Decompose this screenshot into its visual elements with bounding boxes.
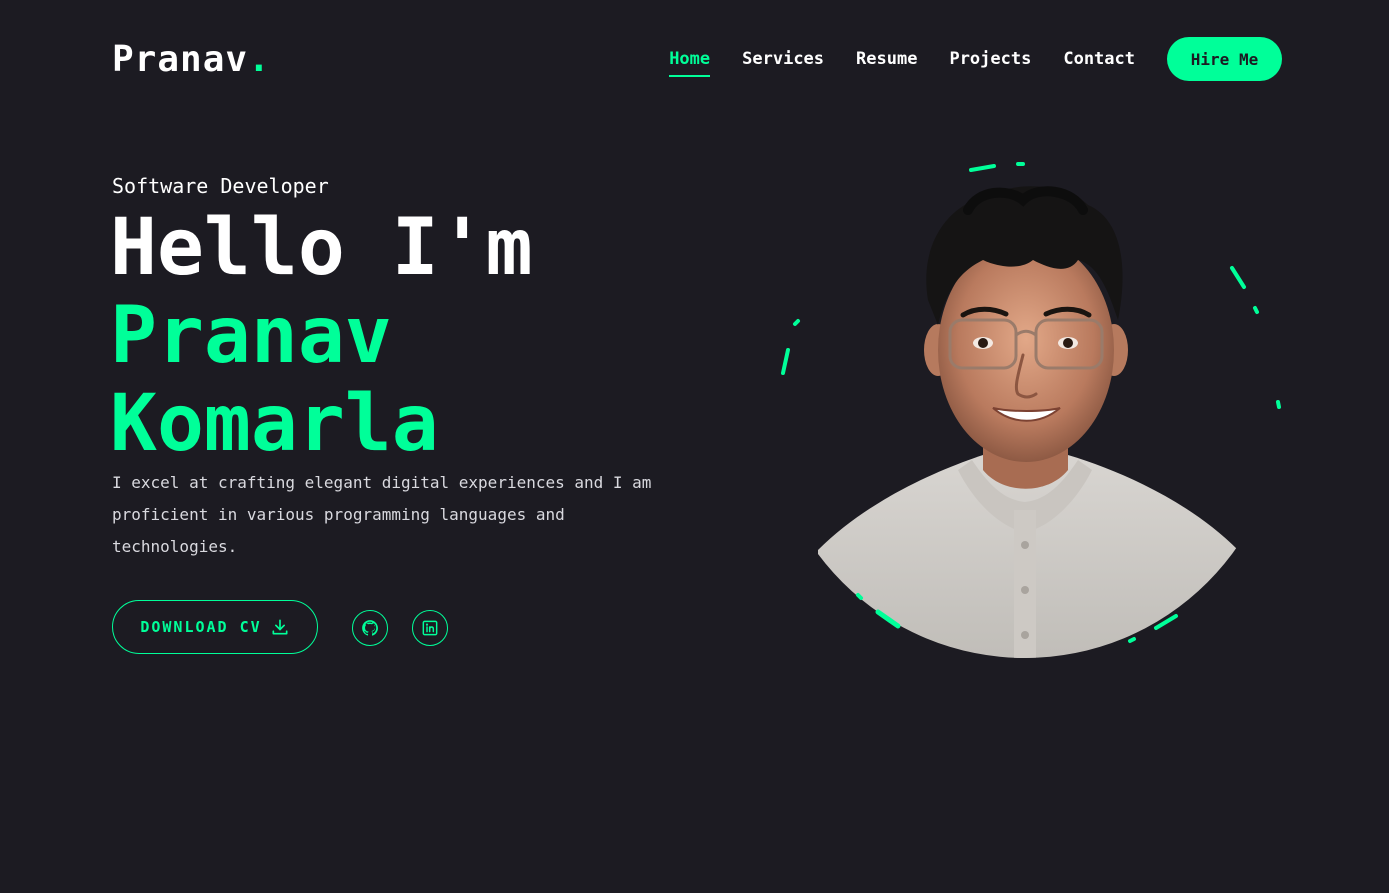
logo[interactable]: Pranav. [112,38,271,82]
main-nav: Home Services Resume Projects Contact Hi… [637,37,1282,81]
logo-text: Pranav [112,39,249,80]
hero-description: I excel at crafting elegant digital expe… [112,473,652,556]
last-name-heading: Komarla [110,379,439,469]
github-button[interactable] [352,610,388,646]
nav-home[interactable]: Home [669,48,710,77]
first-name-heading: Pranav [110,291,392,381]
download-cv-button[interactable]: DOWNLOAD CV [112,600,318,654]
nav-resume[interactable]: Resume [856,48,917,70]
logo-dot: . [248,39,271,80]
nav-contact[interactable]: Contact [1063,48,1135,70]
profile-photo-area [778,150,1283,660]
page: Pranav. Home Services Resume Projects Co… [0,0,1389,893]
greeting-heading: Hello I'm [110,203,533,293]
nav-services[interactable]: Services [742,48,824,70]
download-icon [272,619,288,635]
profile-photo [781,162,1281,658]
linkedin-icon [422,620,438,636]
hire-me-button[interactable]: Hire Me [1167,37,1282,81]
linkedin-button[interactable] [412,610,448,646]
github-icon [362,620,378,636]
download-cv-label: DOWNLOAD CV [140,618,262,636]
nav-projects[interactable]: Projects [949,48,1031,70]
role-title: Software Developer [112,174,329,198]
